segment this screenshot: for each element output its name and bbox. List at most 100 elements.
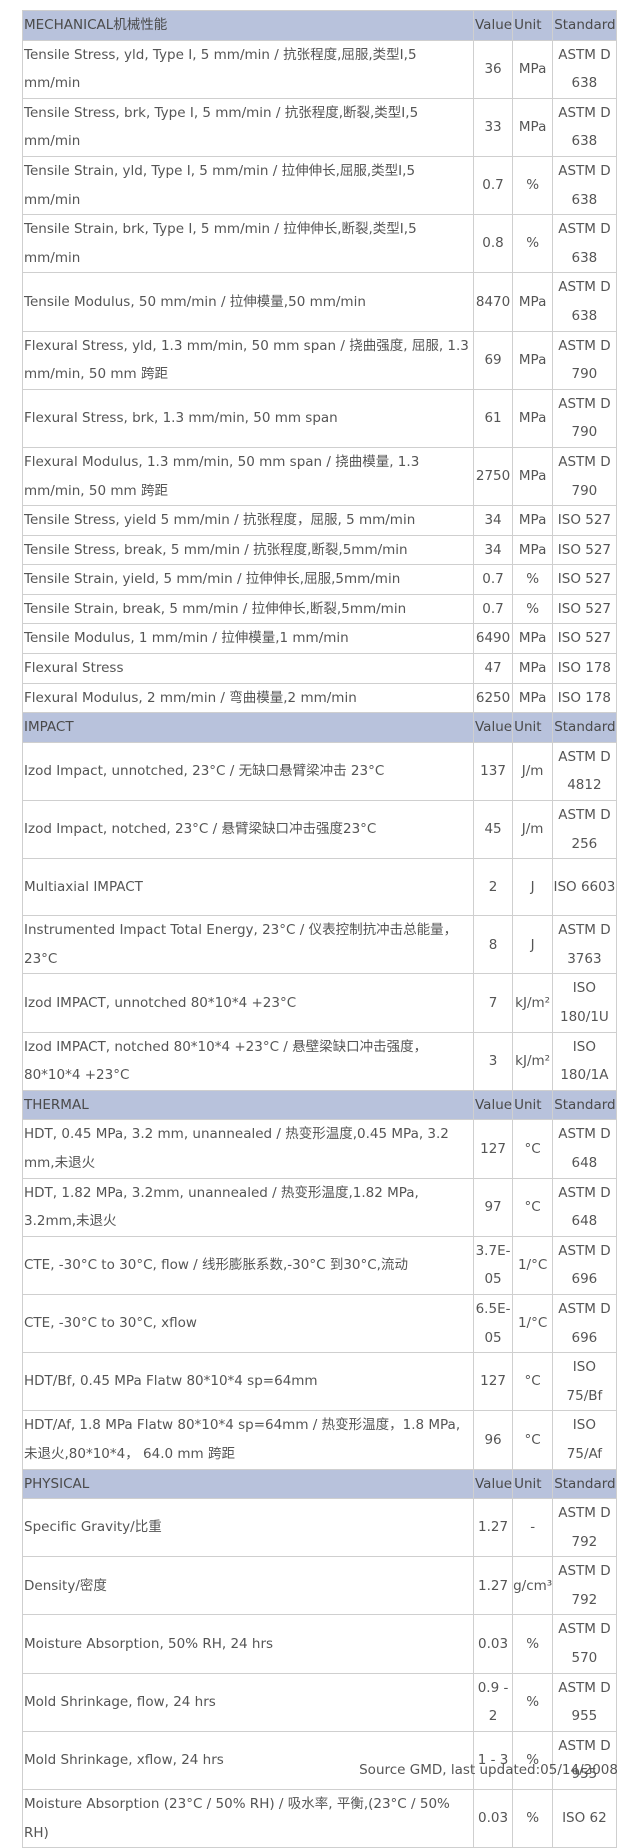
property-value: 1.27 xyxy=(472,1556,514,1616)
section-title: MECHANICAL机械性能 xyxy=(22,10,474,41)
property-standard: ISO 527 xyxy=(552,623,617,655)
property-value: 1 - 3 xyxy=(472,1730,514,1791)
property-name: Instrumented Impact Total Energy, 23°C /… xyxy=(22,915,474,975)
property-standard: ASTM D 790 xyxy=(552,388,617,448)
table-row: Izod IMPACT, unnotched 80*10*4 +23°C 7 kJ/… xyxy=(22,973,617,1033)
property-name: Tensile Strain, brk, Type I, 5 mm/min / … xyxy=(22,214,474,274)
property-standard: ASTM D 648 xyxy=(552,1177,617,1237)
property-standard: ISO 6603 xyxy=(552,858,617,917)
property-standard: ASTM D 696 xyxy=(552,1235,617,1295)
unit-header: Unit xyxy=(512,1468,554,1500)
unit-header: Unit xyxy=(512,10,554,41)
unit-header: Unit xyxy=(512,712,554,743)
property-name: Tensile Stress, brk, Type I, 5 mm/min / … xyxy=(22,97,474,157)
property-standard: ISO 527 xyxy=(552,564,617,595)
property-standard: ISO 75/Bf xyxy=(552,1352,617,1412)
property-value: 34 xyxy=(472,534,514,566)
property-value: 0.03 xyxy=(472,1789,514,1848)
table-row: Instrumented Impact Total Energy, 23°C /… xyxy=(22,915,617,975)
property-standard: ASTM D 4812 xyxy=(552,741,617,802)
property-name: Tensile Stress, yld, Type I, 5 mm/min / … xyxy=(22,39,474,99)
property-unit: kJ/m² xyxy=(512,973,554,1033)
table-row: Tensile Modulus, 50 mm/min / 拉伸模量,50 mm/… xyxy=(22,272,617,332)
property-name: HDT, 1.82 MPa, 3.2mm, unannealed / 热变形温度… xyxy=(22,1177,474,1237)
property-value: 127 xyxy=(472,1352,514,1412)
table-row: Flexural Stress, yld, 1.3 mm/min, 50 mm … xyxy=(22,330,617,390)
property-name: HDT/Af, 1.8 MPa Flatw 80*10*4 sp=64mm / … xyxy=(22,1410,474,1470)
property-value: 137 xyxy=(472,741,514,802)
property-unit: MPa xyxy=(512,505,554,536)
property-unit: % xyxy=(512,1672,554,1732)
property-standard: ISO 178 xyxy=(552,653,617,684)
property-unit: g/cm³ xyxy=(512,1556,554,1616)
standard-header: Standard xyxy=(552,1468,617,1500)
property-name: Specific Gravity/比重 xyxy=(22,1498,474,1558)
property-name: Tensile Modulus, 50 mm/min / 拉伸模量,50 mm/… xyxy=(22,272,474,332)
property-unit: % xyxy=(512,1614,554,1674)
property-name: Flexural Stress, brk, 1.3 mm/min, 50 mm … xyxy=(22,388,474,448)
standard-header: Standard xyxy=(552,1089,617,1121)
property-unit: 1/°C xyxy=(512,1235,554,1295)
property-standard: ISO 527 xyxy=(552,593,617,625)
section-header: PHYSICAL Value Unit Standard xyxy=(22,1468,617,1500)
property-value: 96 xyxy=(472,1410,514,1470)
property-unit: MPa xyxy=(512,272,554,332)
table-row: Flexural Stress, brk, 1.3 mm/min, 50 mm … xyxy=(22,388,617,448)
property-name: Izod IMPACT, unnotched 80*10*4 +23°C xyxy=(22,973,474,1033)
property-unit: % xyxy=(512,593,554,625)
property-unit: °C xyxy=(512,1119,554,1179)
property-value: 7 xyxy=(472,973,514,1033)
table-row: Flexural Modulus, 1.3 mm/min, 50 mm span… xyxy=(22,446,617,507)
table-row: Tensile Modulus, 1 mm/min / 拉伸模量,1 mm/mi… xyxy=(22,623,617,655)
property-standard: ISO 62 xyxy=(552,1789,617,1848)
property-unit: MPa xyxy=(512,653,554,684)
property-value: 0.9 - 2 xyxy=(472,1672,514,1732)
table-row: Izod Impact, notched, 23°C / 悬臂梁缺口冲击强度23… xyxy=(22,800,617,860)
property-value: 127 xyxy=(472,1119,514,1179)
property-value: 8 xyxy=(472,915,514,975)
property-name: CTE, -30°C to 30°C, flow / 线形膨胀系数,-30°C … xyxy=(22,1235,474,1295)
property-unit: MPa xyxy=(512,388,554,448)
property-unit: J xyxy=(512,858,554,917)
property-value: 0.7 xyxy=(472,593,514,625)
source-footer: Source GMD, last updated:05/14/2008 xyxy=(359,1762,618,1778)
table-row: Mold Shrinkage, flow, 24 hrs 0.9 - 2% ASTM… xyxy=(22,1672,617,1732)
property-standard: ASTM D 638 xyxy=(552,97,617,157)
property-standard: ISO 178 xyxy=(552,682,617,714)
property-standard: ASTM D 792 xyxy=(552,1556,617,1616)
property-value: 1.27 xyxy=(472,1498,514,1558)
property-name: Izod Impact, unnotched, 23°C / 无缺口悬臂梁冲击 … xyxy=(22,741,474,802)
table-row: Moisture Absorption (23°C / 50% RH) / 吸水… xyxy=(22,1789,617,1848)
table-row: Tensile Strain, brk, Type I, 5 mm/min / … xyxy=(22,214,617,274)
properties-table: MECHANICAL机械性能 Value Unit Standard Tensile S… xyxy=(22,10,617,1848)
property-name: Mold Shrinkage, xflow, 24 hrs xyxy=(22,1730,474,1791)
property-unit: °C xyxy=(512,1177,554,1237)
property-value: 0.7 xyxy=(472,564,514,595)
property-name: Flexural Modulus, 1.3 mm/min, 50 mm span… xyxy=(22,446,474,507)
property-name: Izod Impact, notched, 23°C / 悬臂梁缺口冲击强度23… xyxy=(22,800,474,860)
table-row: CTE, -30°C to 30°C, xflow 6.5E-05 1/°C ASTM… xyxy=(22,1293,617,1354)
section-title: IMPACT xyxy=(22,712,474,743)
standard-header: Standard xyxy=(552,712,617,743)
property-unit: J xyxy=(512,915,554,975)
section-title: THERMAL xyxy=(22,1089,474,1121)
value-header: Value xyxy=(472,712,514,743)
table-row: Tensile Stress, break, 5 mm/min / 抗张程度,断… xyxy=(22,534,617,566)
table-row: Tensile Strain, yld, Type I, 5 mm/min / … xyxy=(22,155,617,216)
property-name: Flexural Modulus, 2 mm/min / 弯曲模量,2 mm/m… xyxy=(22,682,474,714)
property-standard: ISO 180/1A xyxy=(552,1031,617,1091)
property-value: 3 xyxy=(472,1031,514,1091)
table-row: Izod Impact, unnotched, 23°C / 无缺口悬臂梁冲击 … xyxy=(22,741,617,802)
property-value: 36 xyxy=(472,39,514,99)
property-unit: MPa xyxy=(512,330,554,390)
property-standard: ASTM D 638 xyxy=(552,272,617,332)
property-unit: MPa xyxy=(512,97,554,157)
property-standard: ASTM D 790 xyxy=(552,330,617,390)
property-unit: % xyxy=(512,1730,554,1791)
property-name: Flexural Stress xyxy=(22,653,474,684)
property-value: 34 xyxy=(472,505,514,536)
property-name: Tensile Stress, yield 5 mm/min / 抗张程度，屈服… xyxy=(22,505,474,536)
table-row: Tensile Stress, brk, Type I, 5 mm/min / … xyxy=(22,97,617,157)
section-header: IMPACT Value Unit Standard xyxy=(22,712,617,743)
table-row: Density/密度 1.27 g/cm³ ASTM D 792 xyxy=(22,1556,617,1616)
